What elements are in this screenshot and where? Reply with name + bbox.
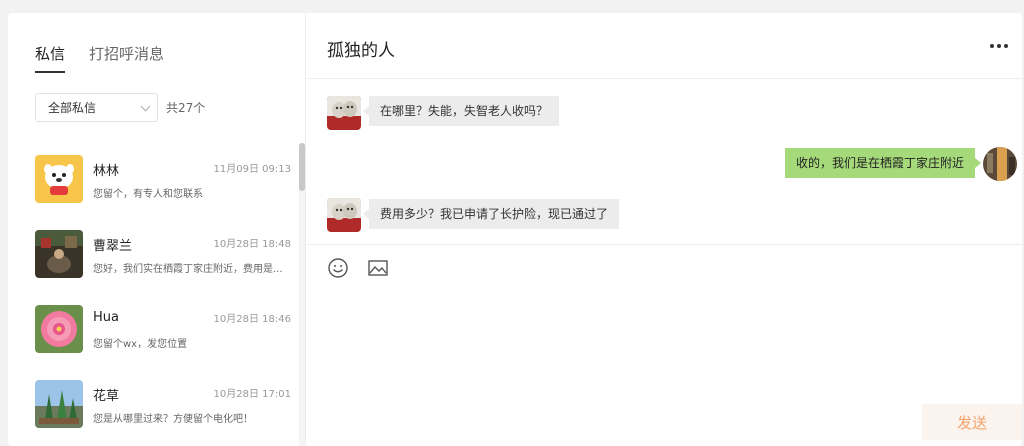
chat-title: 孤独的人 [327,41,395,61]
conversation-time: 10月28日 17:01 [213,389,291,400]
filter-row: 全部私信 共27个 [35,93,205,122]
conversation-time: 10月28日 18:46 [213,314,291,325]
conversation-preview: 您是从哪里过来？方便留个电化吧！ [93,414,253,425]
conversation-preview: 您留个，有专人和您联系 [93,189,203,200]
chevron-down-icon [140,101,151,112]
conversation-count: 共27个 [166,101,206,115]
avatar [327,198,361,232]
tab-private-messages[interactable]: 私信 [35,43,66,73]
conversation-preview: 您留个wx，发您位置 [93,339,188,350]
send-button[interactable]: 发送 [922,404,1022,440]
conversation-item[interactable]: 林林 11月09日 09:13 您留个，有专人和您联系 [35,155,293,215]
message-bubble: 费用多少？我已申请了长护险，现已通过了 [362,199,620,229]
conversation-scrollbar[interactable] [299,143,305,446]
conversation-preview: 您好，我们实在栖霞丁家庄附近，费用是... [93,264,283,275]
message-area: 在哪里？失能，失智老人收吗？ 收的，我们是在栖霞丁家庄附近 费用多少？我已申请了… [307,79,1022,245]
image-icon[interactable] [367,257,389,279]
message-filter-select[interactable]: 全部私信 [35,93,158,122]
more-options-icon[interactable] [990,44,1008,48]
conversation-panel: 私信 打招呼消息 全部私信 共27个 林林 11月09日 09:13 您留个，有… [8,13,306,446]
avatar [35,155,83,203]
avatar [327,96,361,130]
conversation-list: 林林 11月09日 09:13 您留个，有专人和您联系 曹翠兰 10月28日 1… [8,143,306,446]
conversation-name: 曹翠兰 [93,239,133,254]
conversation-time: 11月09日 09:13 [213,164,291,175]
conversation-item[interactable]: 曹翠兰 10月28日 18:48 您好，我们实在栖霞丁家庄附近，费用是... [35,230,293,290]
avatar [35,230,83,278]
chat-header: 孤独的人 [307,13,1022,79]
avatar [983,147,1017,181]
filter-selected-value: 全部私信 [48,101,97,115]
conversation-name: 花草 [93,389,120,404]
scrollbar-thumb[interactable] [299,143,305,191]
message-bubble-mine: 收的，我们是在栖霞丁家庄附近 [784,148,982,178]
conversation-item[interactable]: Hua 10月28日 18:46 您留个wx，发您位置 [35,305,293,365]
avatar [35,305,83,353]
conversation-name: Hua [93,310,119,325]
tab-greeting-messages[interactable]: 打招呼消息 [89,43,164,73]
tab-bar: 私信 打招呼消息 [35,43,164,73]
chat-panel: 孤独的人 在哪里？失能，失智老人收吗？ 收的，我们是在栖霞丁家庄附近 费用多少？… [307,13,1022,446]
message-bubble: 在哪里？失能，失智老人收吗？ [362,96,560,126]
conversation-item[interactable]: 花草 10月28日 17:01 您是从哪里过来？方便留个电化吧！ [35,380,293,440]
conversation-name: 林林 [93,164,120,179]
avatar [35,380,83,428]
emoji-icon[interactable] [327,257,349,279]
composer-toolbar [327,257,389,279]
messaging-app: 私信 打招呼消息 全部私信 共27个 林林 11月09日 09:13 您留个，有… [8,13,1022,446]
conversation-time: 10月28日 18:48 [213,239,291,250]
